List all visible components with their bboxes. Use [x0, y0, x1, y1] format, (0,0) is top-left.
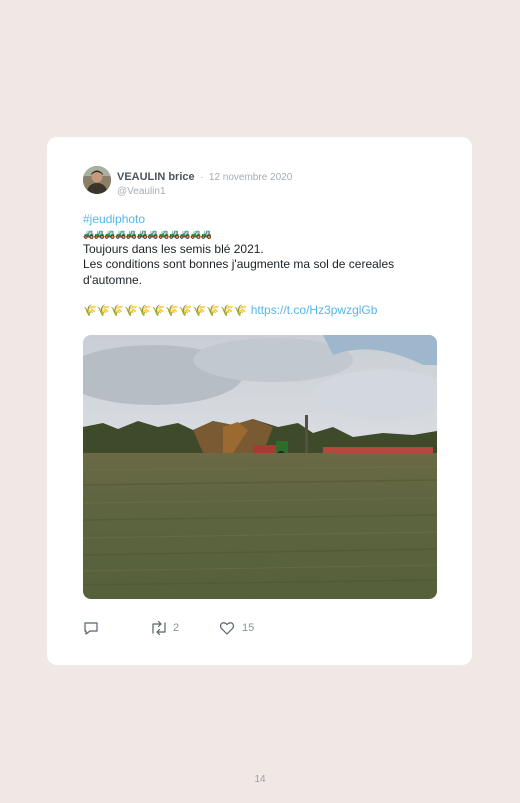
tweet-line-2: Les conditions sont bonnes j'augmente ma… [83, 257, 395, 287]
avatar[interactable] [83, 166, 111, 194]
tweet-actions: 2 15 [83, 620, 323, 638]
like-button[interactable]: 15 [219, 620, 254, 636]
tractor-emojis: 🚜🚜🚜🚜🚜🚜🚜🚜🚜🚜🚜🚜 [83, 228, 212, 239]
tweet-line-link: 🌾🌾🌾🌾🌾🌾🌾🌾🌾🌾🌾🌾 https://t.co/Hz3pwzglGb [83, 303, 438, 320]
like-count: 15 [242, 622, 255, 634]
tweet-text: #jeudiphoto 🚜🚜🚜🚜🚜🚜🚜🚜🚜🚜🚜🚜 Toujours dans l… [83, 212, 438, 320]
tweet-photo[interactable] [83, 335, 437, 599]
tweet-card: VEAULIN brice · 12 novembre 2020 @Veauli… [47, 137, 472, 665]
hashtag-link[interactable]: #jeudiphoto [83, 212, 438, 228]
tweet-date[interactable]: 12 novembre 2020 [209, 172, 292, 183]
reply-button[interactable] [83, 620, 99, 636]
retweet-icon [150, 620, 166, 636]
page-number: 14 [254, 774, 266, 785]
author-handle[interactable]: @Veaulin1 [117, 186, 292, 197]
author-info: VEAULIN brice · 12 novembre 2020 @Veauli… [117, 167, 292, 197]
heart-icon [219, 620, 235, 636]
separator: · [200, 172, 204, 183]
retweet-button[interactable]: 2 [150, 620, 179, 636]
wheat-emojis: 🌾🌾🌾🌾🌾🌾🌾🌾🌾🌾🌾🌾 [83, 305, 248, 317]
reply-icon [83, 620, 99, 636]
tweet-link[interactable]: https://t.co/Hz3pwzglGb [251, 303, 378, 317]
author-name[interactable]: VEAULIN brice [117, 171, 195, 183]
tweet-line-1: Toujours dans les semis blé 2021. [83, 241, 264, 256]
retweet-count: 2 [173, 622, 180, 634]
